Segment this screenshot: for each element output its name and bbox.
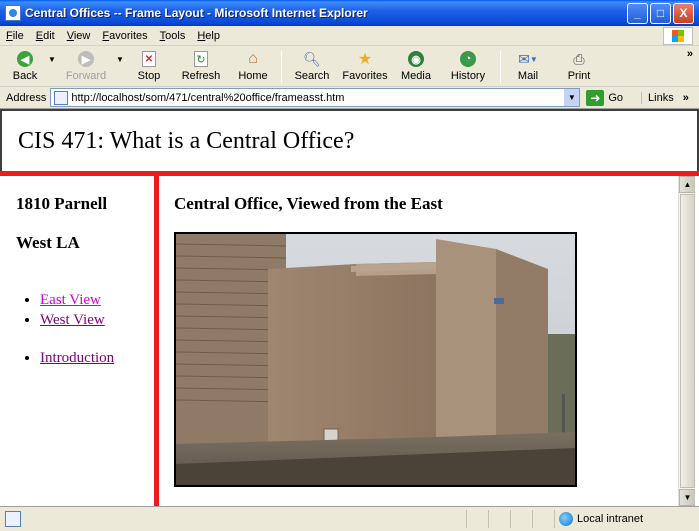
left-nav-frame: 1810 Parnell West LA East View West View… <box>4 176 154 506</box>
address-dropdown-button[interactable]: ▼ <box>563 89 580 106</box>
window-title: Central Offices -- Frame Layout - Micros… <box>25 6 368 20</box>
status-text-area <box>23 510 466 528</box>
menu-help[interactable]: Help <box>191 30 226 42</box>
stop-button[interactable]: ✕ Stop <box>125 47 173 85</box>
forward-dropdown[interactable]: ▼ <box>115 47 125 85</box>
address-url[interactable]: http://localhost/som/471/central%20offic… <box>71 92 563 104</box>
menu-file[interactable]: File <box>0 30 30 42</box>
menu-favorites[interactable]: Favorites <box>96 30 153 42</box>
forward-button[interactable]: ▶ Forward <box>57 47 115 85</box>
printer-icon: ⎙ <box>573 50 585 67</box>
page-icon <box>54 90 69 105</box>
search-button[interactable]: 🔍︎ Search <box>286 47 338 85</box>
page-title: CIS 471: What is a Central Office? <box>18 128 355 154</box>
toolbar-separator <box>500 51 501 83</box>
introduction-link[interactable]: Introduction <box>40 350 114 366</box>
status-cell <box>488 510 510 528</box>
toolbar-separator <box>281 51 282 83</box>
toolbar-overflow-button[interactable]: » <box>687 48 693 60</box>
top-frame: CIS 471: What is a Central Office? <box>0 109 699 171</box>
list-item: East View <box>40 290 105 310</box>
go-arrow-icon: ➜ <box>586 89 605 106</box>
browser-content: CIS 471: What is a Central Office? 1810 … <box>0 109 699 506</box>
east-view-link[interactable]: East View <box>40 292 101 308</box>
status-bar: Local intranet <box>0 506 699 531</box>
back-button[interactable]: ◀ Back <box>3 47 47 85</box>
scroll-down-button[interactable]: ▼ <box>679 489 696 506</box>
street-name: 1810 Parnell <box>16 194 108 213</box>
intranet-globe-icon <box>559 512 573 526</box>
go-button[interactable]: ➜ Go <box>586 89 623 106</box>
address-input[interactable]: http://localhost/som/471/central%20offic… <box>50 88 581 107</box>
frame-edge <box>695 176 699 506</box>
search-icon: 🔍︎ <box>303 50 321 67</box>
favorites-button[interactable]: ★ Favorites <box>338 47 392 85</box>
media-globe-icon: ◉ <box>406 50 426 68</box>
stop-icon: ✕ <box>139 50 159 68</box>
media-button[interactable]: ◉ Media <box>392 47 440 85</box>
list-item: West View <box>40 310 105 330</box>
menu-view[interactable]: View <box>61 30 97 42</box>
windows-logo-icon <box>663 27 693 45</box>
forward-arrow-icon: ▶ <box>76 50 96 68</box>
intro-links-list: Introduction <box>40 348 114 368</box>
back-dropdown[interactable]: ▼ <box>47 47 57 85</box>
building-illustration <box>176 234 575 485</box>
status-cell <box>532 510 554 528</box>
mail-icon: ✉ ▼ <box>518 50 538 67</box>
menu-tools[interactable]: Tools <box>154 30 192 42</box>
home-button[interactable]: ⌂ Home <box>229 47 277 85</box>
west-view-link[interactable]: West View <box>40 312 105 328</box>
address-bar: Address http://localhost/som/471/central… <box>0 87 699 109</box>
scroll-thumb[interactable] <box>680 194 695 488</box>
maximize-button[interactable]: □ <box>650 2 671 24</box>
list-item: Introduction <box>40 348 114 368</box>
address-label: Address <box>6 91 47 104</box>
view-links-list: East View West View <box>40 290 105 330</box>
standard-toolbar: ◀ Back ▼ ▶ Forward ▼ ✕ Stop ↻ Refresh ⌂ … <box>0 47 699 87</box>
history-clock-icon: ◔ <box>458 50 478 68</box>
links-overflow-icon: » <box>682 91 689 104</box>
home-icon: ⌂ <box>248 50 258 67</box>
page-status-icon <box>5 511 21 527</box>
refresh-icon: ↻ <box>191 50 211 68</box>
photo-heading: Central Office, Viewed from the East <box>174 194 443 213</box>
main-frame: Central Office, Viewed from the East <box>159 176 678 506</box>
status-cell <box>510 510 532 528</box>
minimize-button[interactable]: _ <box>627 2 648 24</box>
scroll-up-button[interactable]: ▲ <box>679 176 696 193</box>
title-bar: Central Offices -- Frame Layout - Micros… <box>0 0 699 26</box>
favorites-star-icon: ★ <box>357 51 373 68</box>
print-button[interactable]: ⎙ Print <box>551 47 607 85</box>
menu-bar: File Edit View Favorites Tools Help <box>0 26 699 46</box>
status-cell <box>466 510 488 528</box>
main-frame-scrollbar[interactable]: ▲ ▼ <box>678 176 696 506</box>
refresh-button[interactable]: ↻ Refresh <box>173 47 229 85</box>
history-button[interactable]: ◔ History <box>440 47 496 85</box>
mail-button[interactable]: ✉ ▼ Mail <box>505 47 551 85</box>
close-button[interactable]: X <box>673 2 694 24</box>
central-office-photo <box>174 232 577 487</box>
back-arrow-icon: ◀ <box>15 50 35 68</box>
links-toolbar[interactable]: Links » <box>641 91 689 104</box>
menu-edit[interactable]: Edit <box>30 30 61 42</box>
security-zone: Local intranet <box>554 510 699 528</box>
ie-page-icon <box>5 5 21 21</box>
area-name: West LA <box>16 233 80 252</box>
